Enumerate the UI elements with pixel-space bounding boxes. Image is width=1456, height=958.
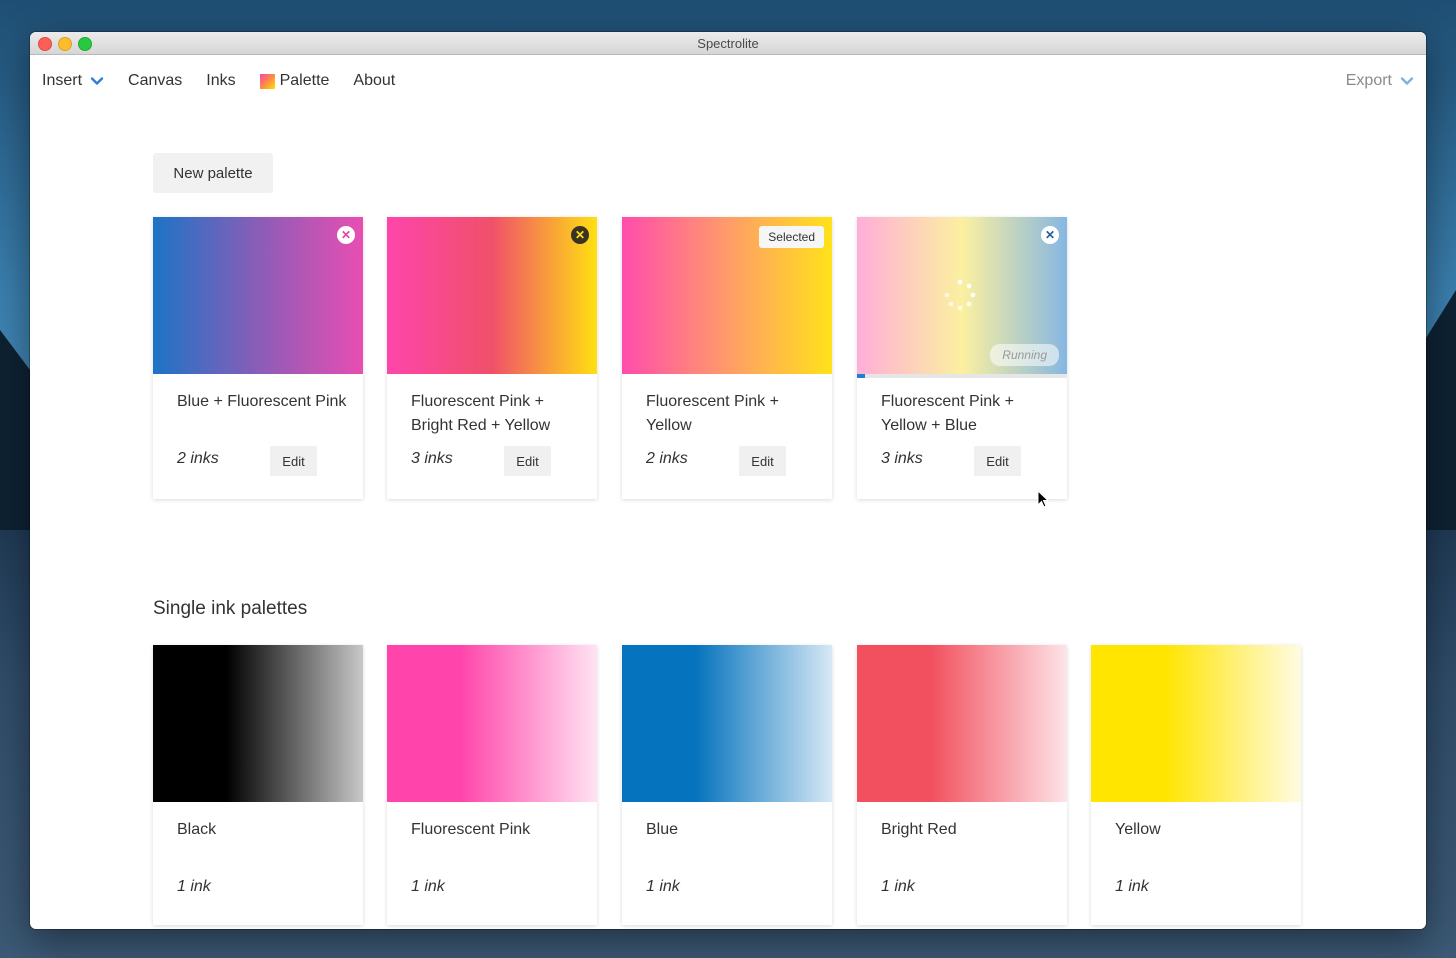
edit-palette-button[interactable]: Edit: [974, 446, 1021, 476]
running-badge: Running: [990, 344, 1059, 366]
section-title-single-inks: Single ink palettes: [153, 598, 308, 619]
palette-card[interactable]: ✕ Running Fluorescent Pink + Yellow + Bl…: [857, 217, 1067, 499]
palette-ink-count: 3 inks: [411, 450, 453, 467]
ink-count: 1 ink: [1115, 878, 1149, 895]
ink-swatch[interactable]: [622, 645, 832, 802]
edit-palette-button[interactable]: Edit: [270, 446, 317, 476]
palette-ink-count: 3 inks: [881, 450, 923, 467]
ink-swatch[interactable]: [857, 645, 1067, 802]
ink-name: Fluorescent Pink: [411, 821, 531, 838]
palette-name: Fluorescent Pink + Bright Red + Yellow: [411, 393, 551, 434]
chevron-down-icon: [1400, 77, 1414, 85]
palette-name: Fluorescent Pink + Yellow + Blue: [881, 393, 1014, 434]
progress-bar: [857, 374, 866, 378]
window-title: Spectrolite: [697, 36, 759, 51]
menu-about[interactable]: About: [353, 72, 395, 90]
menu-export[interactable]: Export: [1346, 55, 1414, 107]
palette-name: Blue + Fluorescent Pink: [177, 393, 347, 410]
selected-badge: Selected: [759, 226, 824, 248]
progress-track: [857, 374, 1067, 378]
app-window: Spectrolite Insert Canvas Inks Palette A…: [30, 32, 1426, 929]
menu-bar: Insert Canvas Inks Palette About Export: [30, 55, 1426, 107]
mouse-pointer-icon: [1037, 490, 1050, 508]
ink-count: 1 ink: [646, 878, 680, 895]
menu-palette[interactable]: Palette: [259, 72, 330, 90]
ink-name: Black: [177, 821, 217, 838]
menu-canvas[interactable]: Canvas: [128, 72, 182, 90]
new-palette-button[interactable]: New palette: [153, 153, 273, 193]
single-ink-card[interactable]: Bright Red 1 ink: [857, 645, 1067, 925]
menu-insert-label: Insert: [42, 72, 83, 89]
palette-card[interactable]: ✕ Fluorescent Pink + Bright Red + Yellow…: [387, 217, 597, 499]
single-ink-card[interactable]: Fluorescent Pink 1 ink: [387, 645, 597, 925]
palette-swatch[interactable]: Selected: [622, 217, 832, 374]
delete-palette-icon[interactable]: ✕: [571, 226, 589, 244]
ink-swatch[interactable]: [387, 645, 597, 802]
single-ink-card[interactable]: Black 1 ink: [153, 645, 363, 925]
ink-name: Bright Red: [881, 821, 957, 838]
palette-ink-count: 2 inks: [646, 450, 688, 467]
ink-name: Yellow: [1115, 821, 1161, 838]
palette-ink-count: 2 inks: [177, 450, 219, 467]
edit-palette-button[interactable]: Edit: [504, 446, 551, 476]
palette-card[interactable]: Selected Fluorescent Pink + Yellow 2 ink…: [622, 217, 832, 499]
ink-name: Blue: [646, 821, 679, 838]
menu-export-label: Export: [1345, 72, 1392, 89]
ink-count: 1 ink: [177, 878, 211, 895]
menu-palette-label: Palette: [279, 72, 330, 89]
ink-swatch[interactable]: [153, 645, 363, 802]
menu-inks[interactable]: Inks: [206, 72, 235, 90]
palette-swatch[interactable]: ✕ Running: [857, 217, 1067, 378]
ink-count: 1 ink: [411, 878, 445, 895]
menu-insert[interactable]: Insert: [42, 72, 104, 90]
palette-swatch[interactable]: ✕: [387, 217, 597, 374]
single-ink-card[interactable]: Yellow 1 ink: [1091, 645, 1301, 925]
loading-spinner-icon: [944, 279, 976, 311]
ink-swatch[interactable]: [1091, 645, 1301, 802]
single-ink-card[interactable]: Blue 1 ink: [622, 645, 832, 925]
title-bar: Spectrolite: [30, 32, 1426, 55]
palette-name: Fluorescent Pink + Yellow: [646, 393, 779, 434]
ink-count: 1 ink: [881, 878, 915, 895]
palette-card[interactable]: ✕ Blue + Fluorescent Pink 2 inks Edit: [153, 217, 363, 499]
palette-swatch[interactable]: ✕: [153, 217, 363, 374]
delete-palette-icon[interactable]: ✕: [1041, 226, 1059, 244]
delete-palette-icon[interactable]: ✕: [337, 226, 355, 244]
palette-icon: [259, 73, 275, 89]
edit-palette-button[interactable]: Edit: [739, 446, 786, 476]
chevron-down-icon: [90, 77, 104, 85]
